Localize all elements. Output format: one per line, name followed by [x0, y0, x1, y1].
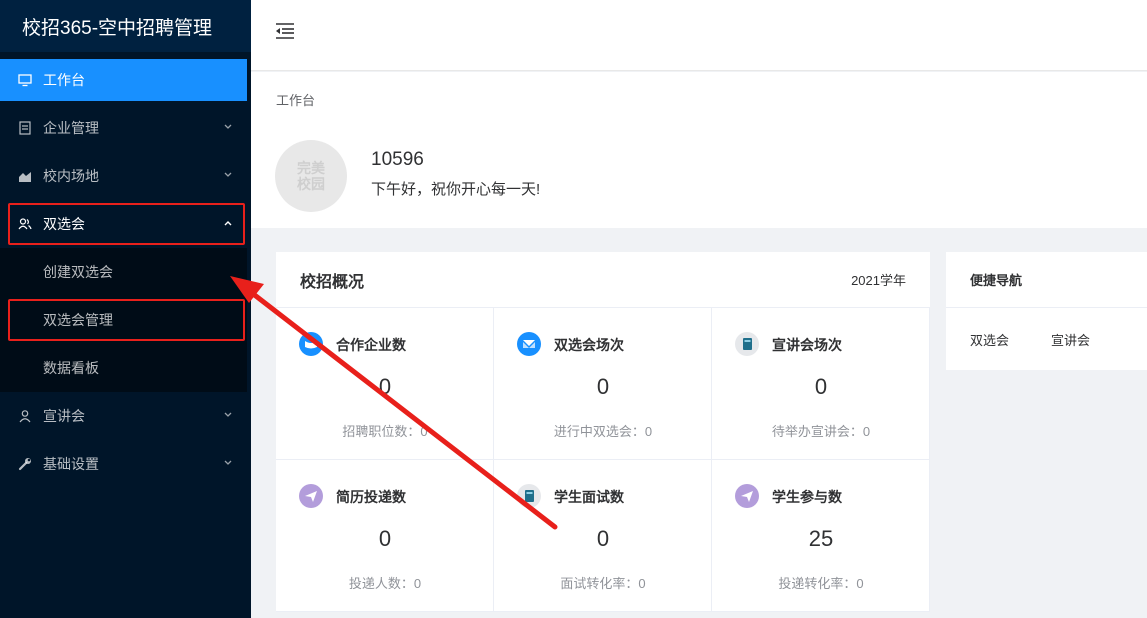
stat-value: 0	[596, 526, 610, 551]
book-icon	[735, 332, 759, 356]
card-title: 校招概况	[300, 273, 365, 291]
sidebar-item-label: 宣讲会	[43, 408, 85, 424]
academic-year: 2021学年	[851, 273, 906, 288]
sidebar-item-enterprise[interactable]: 企业管理	[0, 104, 251, 152]
card-header: 校招概况 2021学年	[276, 252, 930, 308]
sidebar-item-label: 校内场地	[43, 168, 99, 184]
stat-title: 学生参与数	[772, 489, 842, 505]
greeting-text: 下午好，祝你开心每一天!	[371, 181, 541, 198]
user-icon	[18, 409, 32, 423]
card-title: 便捷导航	[970, 273, 1023, 288]
stat-cell: 学生参与数 25 投递转化率：0	[712, 460, 930, 612]
stat-subtext: 面试转化率：0	[560, 576, 646, 591]
quick-nav-links: 双选会 宣讲会	[946, 308, 1147, 349]
sidebar-item-basic-settings[interactable]: 基础设置	[0, 440, 251, 488]
submenu-item-create-job-fair[interactable]: 创建双选会	[0, 248, 247, 296]
card-header: 便捷导航	[946, 252, 1147, 308]
stat-cell: 双选会场次 0 进行中双选会：0	[494, 308, 712, 460]
stat-title: 宣讲会场次	[772, 337, 842, 353]
stat-cell: 宣讲会场次 0 待举办宣讲会：0	[712, 308, 930, 460]
quick-link-presentation[interactable]: 宣讲会	[1051, 330, 1090, 349]
avatar-logo-text: 完美校园	[297, 160, 325, 192]
monitor-icon	[18, 73, 32, 87]
stat-cell: 简历投递数 0 投递人数：0	[276, 460, 494, 612]
stat-value: 0	[814, 374, 828, 399]
menu-fold-icon[interactable]	[275, 22, 295, 40]
chevron-down-icon	[224, 412, 232, 417]
avatar: 完美校园	[275, 140, 347, 212]
page-header: 工作台 完美校园 10596 下午好，祝你开心每一天!	[251, 72, 1147, 228]
quick-link-job-fair[interactable]: 双选会	[970, 330, 1009, 349]
quick-nav-card: 便捷导航 双选会 宣讲会	[946, 252, 1147, 370]
stats-grid: 合作企业数 0 招聘职位数：0 双选会场次 0 进行中双选会：0 宣讲会场次 0…	[276, 308, 930, 612]
recruitment-overview-card: 校招概况 2021学年 合作企业数 0 招聘职位数：0 双选会场次 0 进行中双…	[276, 252, 930, 612]
sidebar-item-presentation[interactable]: 宣讲会	[0, 392, 251, 440]
chevron-down-icon	[224, 124, 232, 129]
sidebar-menu: 工作台 企业管理 校内场地 双选会 创建双选会 双选会管理 数据看板 宣讲会 基…	[0, 56, 251, 488]
top-header	[251, 0, 1147, 71]
stat-subtext: 招聘职位数：0	[342, 424, 428, 439]
stat-subtext: 投递转化率：0	[778, 576, 864, 591]
highlight-box-job-fair	[8, 203, 245, 245]
document-icon	[18, 121, 32, 135]
app-title: 校招365-空中招聘管理	[0, 0, 251, 52]
stat-subtext: 进行中双选会：0	[553, 424, 653, 439]
chat-icon	[299, 332, 323, 356]
submenu-item-data-board[interactable]: 数据看板	[0, 344, 247, 392]
stat-subtext: 待举办宣讲会：0	[771, 424, 871, 439]
sidebar-item-label: 企业管理	[43, 120, 99, 136]
send-icon	[735, 484, 759, 508]
sidebar-item-label: 基础设置	[43, 456, 99, 472]
send-icon	[299, 484, 323, 508]
wrench-icon	[18, 457, 32, 471]
chevron-down-icon	[224, 172, 232, 177]
stat-title: 双选会场次	[554, 337, 624, 353]
stat-title: 合作企业数	[336, 337, 406, 353]
stat-value: 0	[596, 374, 610, 399]
sidebar-item-campus-venue[interactable]: 校内场地	[0, 152, 251, 200]
stat-title: 学生面试数	[554, 489, 624, 505]
stat-cell: 学生面试数 0 面试转化率：0	[494, 460, 712, 612]
area-chart-icon	[18, 169, 32, 183]
user-name: 10596	[371, 149, 424, 170]
stat-subtext: 投递人数：0	[348, 576, 422, 591]
stat-value: 0	[378, 374, 392, 399]
mail-icon	[517, 332, 541, 356]
sidebar-item-label: 工作台	[43, 72, 85, 88]
stat-title: 简历投递数	[336, 489, 406, 505]
chevron-down-icon	[224, 460, 232, 465]
book-icon	[517, 484, 541, 508]
sidebar-item-workbench[interactable]: 工作台	[0, 59, 247, 101]
stat-value: 0	[378, 526, 392, 551]
breadcrumb[interactable]: 工作台	[276, 90, 315, 109]
stat-cell: 合作企业数 0 招聘职位数：0	[276, 308, 494, 460]
stat-value: 25	[808, 526, 834, 551]
highlight-box-job-fair-management	[8, 299, 245, 341]
